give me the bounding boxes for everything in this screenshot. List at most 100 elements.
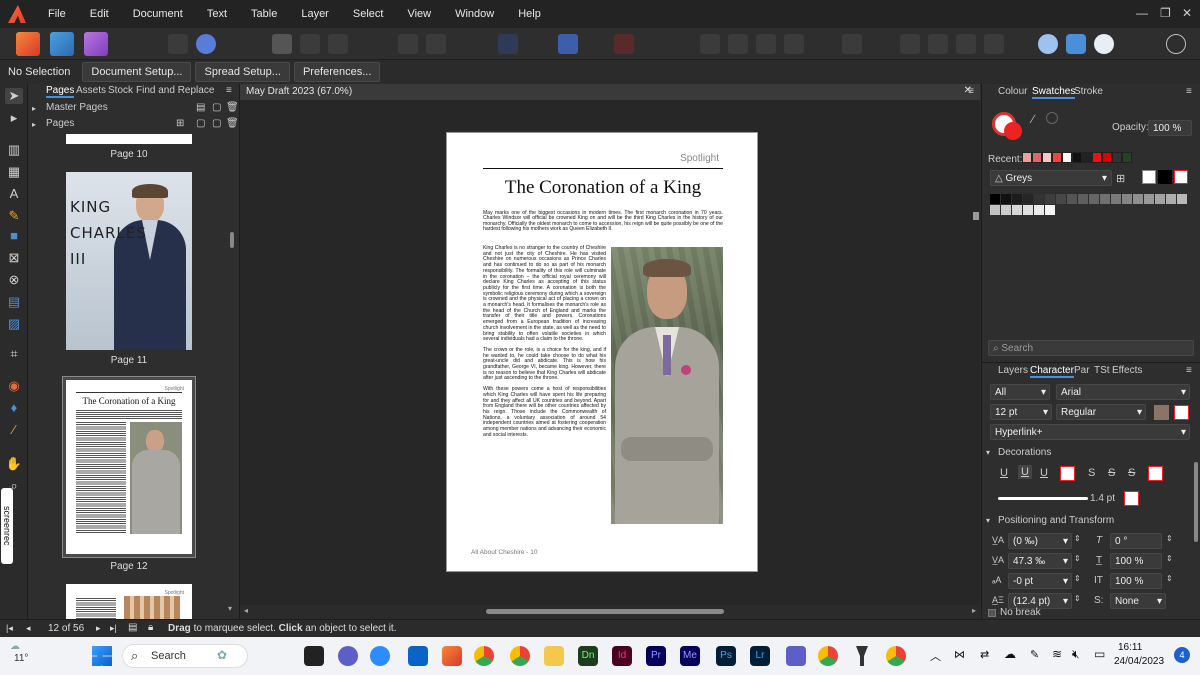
baseline-stepper[interactable]: ⇕	[1074, 574, 1081, 583]
delete-master-icon[interactable]: 🗑	[226, 102, 239, 113]
grey-swatch[interactable]	[1023, 205, 1033, 215]
grey-swatch[interactable]	[1023, 194, 1033, 204]
decorations-label[interactable]: Decorations	[998, 447, 1051, 458]
page-11-thumbnail[interactable]: KING CHARLES III	[66, 172, 192, 350]
page-counter[interactable]: 12 of 56	[48, 623, 84, 634]
tab-stock[interactable]: Stock	[108, 85, 133, 96]
windows-start-icon[interactable]	[92, 646, 112, 666]
vertical-scale-field[interactable]: 100 %	[1110, 553, 1162, 569]
grey-swatch[interactable]	[1078, 194, 1088, 204]
clock-time[interactable]: 16:11	[1118, 642, 1142, 653]
tab-text-styles[interactable]: TSt	[1094, 365, 1110, 376]
page-title[interactable]: The Coronation of a King	[447, 177, 759, 199]
assets-icon[interactable]	[168, 34, 188, 54]
onedrive-icon[interactable]: ☁	[1004, 647, 1016, 661]
character-scrollbar[interactable]	[1194, 462, 1198, 542]
search-input[interactable]: ⌕ Search	[988, 340, 1194, 356]
chrome-3-icon[interactable]	[886, 646, 906, 666]
menu-edit[interactable]: Edit	[78, 8, 121, 20]
body-column[interactable]: King Charles is no stranger to the count…	[483, 245, 606, 439]
duplicate-page-icon[interactable]: ▢	[212, 118, 221, 129]
weather-temperature[interactable]: 11°	[14, 653, 28, 664]
teams-chat-icon[interactable]	[338, 646, 358, 666]
outlook-icon[interactable]	[408, 646, 428, 666]
kerning-field[interactable]: (0 ‰) ▾	[1008, 533, 1072, 549]
place-image-tool-icon[interactable]: ▤	[5, 294, 23, 310]
chrome-icon[interactable]	[474, 646, 494, 666]
tab-layers[interactable]: Layers	[998, 365, 1028, 376]
artistic-text-tool-icon[interactable]: A	[5, 186, 23, 202]
document-page[interactable]: Spotlight The Coronation of a King May m…	[446, 132, 758, 572]
strikethrough-double-icon[interactable]: S	[1128, 467, 1135, 479]
tab-effects[interactable]: Effects	[1112, 365, 1142, 376]
add-master-icon[interactable]: ▤	[196, 102, 205, 113]
tab-pages[interactable]: Pages	[46, 85, 75, 98]
menu-text[interactable]: Text	[195, 8, 239, 20]
page-10-thumbnail[interactable]	[66, 134, 192, 144]
show-hidden-icons[interactable]: ︿	[930, 648, 941, 664]
menu-layer[interactable]: Layer	[289, 8, 341, 20]
page-12-thumbnail[interactable]: Spotlight The Coronation of a King	[66, 380, 192, 554]
horizontal-scrollbar[interactable]: ◂ ▸	[240, 605, 980, 619]
menu-file[interactable]: File	[36, 8, 78, 20]
pen-tool-icon[interactable]: ✎	[5, 208, 23, 224]
panel-menu-icon[interactable]: ≡	[226, 85, 232, 96]
black-swatch[interactable]	[1158, 170, 1172, 184]
delete-page-icon[interactable]: 🗑	[226, 118, 239, 129]
preflight-icon[interactable]	[196, 34, 216, 54]
pages-scroll-down-icon[interactable]: ▾	[228, 604, 232, 613]
font-weight-select[interactable]: Regular ▾	[1056, 404, 1146, 420]
recent-swatch[interactable]	[1082, 152, 1092, 163]
menu-window[interactable]: Window	[443, 8, 506, 20]
recent-swatch[interactable]	[1102, 152, 1112, 163]
vertical-scale-stepper[interactable]: ⇕	[1166, 554, 1173, 563]
account-icon[interactable]	[1166, 34, 1186, 54]
recent-swatch[interactable]	[1112, 152, 1122, 163]
tray-app-icon[interactable]: ⋈	[954, 648, 965, 661]
grey-swatch[interactable]	[1177, 194, 1187, 204]
spread-setup-button[interactable]: Spread Setup...	[195, 62, 290, 82]
align-icon[interactable]	[426, 34, 446, 54]
pen-tray-icon[interactable]: ✎	[1030, 648, 1039, 661]
arrange-2-icon[interactable]	[728, 34, 748, 54]
zoom-icon[interactable]	[370, 646, 390, 666]
prev-page-icon[interactable]: ◂	[26, 623, 31, 634]
chrome-profile-icon[interactable]	[510, 646, 530, 666]
battery-icon[interactable]: ▭	[1094, 647, 1105, 661]
grey-swatch[interactable]	[1122, 194, 1132, 204]
strike-colour-swatch[interactable]	[1148, 466, 1163, 481]
text-wrap-icon[interactable]	[558, 34, 578, 54]
ellipse-icon[interactable]	[300, 34, 320, 54]
close-button[interactable]: ✕	[1182, 6, 1192, 20]
text-frame-icon[interactable]	[272, 34, 292, 54]
duplicate-master-icon[interactable]: ▢	[212, 102, 221, 113]
page-13-thumbnail[interactable]: Spotlight	[66, 584, 192, 619]
expand-master-icon[interactable]: ▸	[32, 104, 36, 113]
highlight-colour-swatch[interactable]	[1174, 405, 1189, 420]
recent-swatch[interactable]	[1042, 152, 1052, 163]
boolean-add-icon[interactable]	[900, 34, 920, 54]
document-setup-button[interactable]: Document Setup...	[82, 62, 192, 82]
stroke-width-value[interactable]: 1.4 pt	[1090, 493, 1115, 504]
taskbar-search[interactable]: ⌕ Search ✿	[122, 644, 248, 668]
grey-swatch[interactable]	[1034, 205, 1044, 215]
strikethrough-single-icon[interactable]: S	[1108, 467, 1115, 479]
arrange-icon[interactable]	[700, 34, 720, 54]
menu-view[interactable]: View	[395, 8, 443, 20]
node-tool-icon[interactable]: ▸	[5, 110, 23, 126]
recent-swatch[interactable]	[1072, 152, 1082, 163]
text-colour-swatch[interactable]	[1154, 405, 1169, 420]
designer-persona-icon[interactable]	[50, 32, 74, 56]
skew-stepper[interactable]: ⇕	[1166, 534, 1173, 543]
lightroom-icon[interactable]: Lr	[750, 646, 770, 666]
tracking-stepper[interactable]: ⇕	[1074, 554, 1081, 563]
move-tool-icon[interactable]: ➤	[5, 88, 23, 104]
grey-swatch[interactable]	[1133, 194, 1143, 204]
tab-character[interactable]: Character	[1030, 365, 1074, 378]
dimension-icon[interactable]: Dn	[578, 646, 598, 666]
tab-swatches[interactable]: Swatches	[1032, 86, 1076, 99]
boolean-intersect-icon[interactable]	[956, 34, 976, 54]
scroll-right-icon[interactable]: ▸	[972, 606, 976, 615]
recent-swatch[interactable]	[1122, 152, 1132, 163]
underline-alt-icon[interactable]: U	[1040, 467, 1048, 479]
